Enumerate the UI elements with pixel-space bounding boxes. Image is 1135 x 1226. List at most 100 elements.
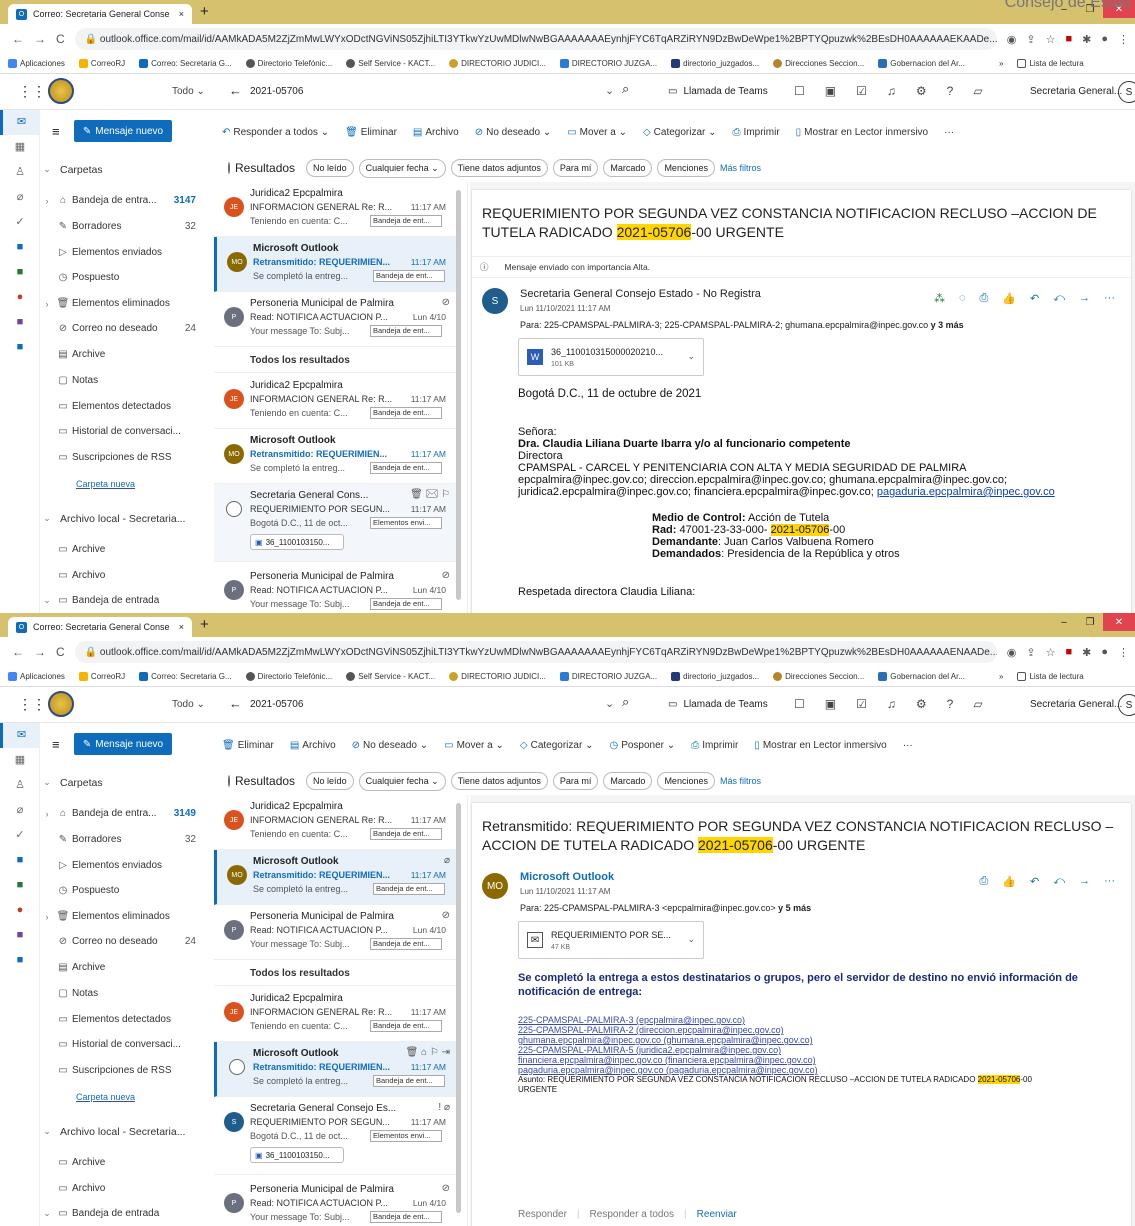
more-filters-link[interactable]: Más filtros [720,776,761,786]
attachment-chip[interactable]: ▣ 36_1100103150... [250,1147,344,1163]
printer-icon[interactable]: ⎙ [980,292,989,305]
immersive-reader-button[interactable]: ▯ Mostrar en Lector inmersivo [796,127,928,138]
bookmark-selfservice[interactable]: Self Service - KACT... [346,672,435,681]
chevron-down-icon[interactable]: ⌄ [687,351,695,362]
search-back-icon[interactable]: ← [229,83,242,98]
bookmark-directorio[interactable]: Directorio Telefónic... [245,59,332,68]
bookmark-dir-judicial[interactable]: DIRECTORIO JUDICI... [449,672,546,681]
list-item[interactable]: MO Microsoft Outlook Retransmitido: REQU… [214,237,458,292]
menu-icon[interactable]: ⋮ [1118,646,1129,659]
loop-icon[interactable]: ◌ [959,292,966,305]
attachment-card[interactable]: ✉ REQUERIMIENTO POR SE... 47 KB ⌄ [518,921,704,959]
move-button[interactable]: ▭ Mover a ⌄ [567,127,627,138]
categorize-button[interactable]: ◇ Categorizar ⌄ [643,127,717,138]
more-button[interactable]: ··· [944,127,954,138]
restore-icon[interactable]: ❐ [1077,613,1103,631]
todo-icon[interactable]: ☑ [856,697,867,711]
list-item[interactable]: P Personeria Municipal de Palmira ⊘ Read:… [214,1178,458,1226]
bookmark-direcciones[interactable]: Direcciones Seccion... [773,59,864,68]
filter-flagged[interactable]: Marcado [603,159,653,177]
filter-flagged[interactable]: Marcado [603,772,653,790]
bookmark-correo[interactable]: Correo: Secretaria G... [139,59,232,68]
folders-header[interactable]: ⌄ Carpetas [40,770,214,795]
folder-junk[interactable]: ⊘ Correo no deseado 24 [40,929,214,954]
folders-header[interactable]: ⌄ Carpetas [40,157,214,182]
bookmark-juzgados[interactable]: directorio_juzgados... [671,59,759,68]
onenote-app-icon[interactable]: ■ [0,310,40,335]
more-icon[interactable]: ··· [1104,875,1115,888]
attachment-card[interactable]: W 36_110010315000020210... 101 KB ⌄ [518,338,704,376]
filter-unread[interactable]: No leído [306,159,354,177]
folder-junk[interactable]: ⊘ Correo no deseado 24 [40,316,214,341]
filter-to-me[interactable]: Para mí [552,772,599,790]
help-icon[interactable]: ? [947,84,954,98]
folder-history[interactable]: ▭ Historial de conversaci... [40,1032,214,1057]
recipient-link[interactable]: 225-CPAMSPAL-PALMIRA-5 (juridica2.epcpal… [518,1045,1118,1055]
hamburger-icon[interactable]: ≡ [52,124,60,139]
gear-icon[interactable]: ⚙ [916,697,927,711]
help-icon[interactable]: ? [947,697,954,711]
reading-list[interactable]: Lista de lectura [1017,59,1084,68]
chat-icon[interactable]: ☐ [794,697,805,711]
print-button[interactable]: ⎙ Imprimir [691,740,738,751]
bookmark-directorio[interactable]: Directorio Telefónic... [245,672,332,681]
new-mail-button[interactable]: ✎ Mensaje nuevo [74,120,172,142]
search-icon[interactable]: ⌕ [622,81,629,97]
todo-app-icon[interactable]: ✓ [0,210,40,235]
powerpoint-icon[interactable]: ● [0,898,40,923]
hamburger-icon[interactable]: ≡ [52,737,60,752]
folder-local-archive[interactable]: ▭ Archive [40,1150,214,1175]
like-icon[interactable]: 👍 [1002,875,1016,888]
search-back-icon[interactable]: ← [229,696,242,711]
folder-archive[interactable]: ▤ Archive [40,342,214,367]
select-all-checkbox[interactable] [228,162,230,174]
folder-detected[interactable]: ▭ Elementos detectados [40,1007,214,1032]
folder-sent[interactable]: ▷ Elementos enviados [40,240,214,265]
more-filters-link[interactable]: Más filtros [720,163,761,173]
select-circle[interactable] [229,1059,245,1075]
excel-icon[interactable]: ■ [0,873,40,898]
attach-icon[interactable]: ⌀ [0,798,40,823]
profile-icon[interactable]: ● [1101,33,1108,46]
share-icon[interactable]: ⇪ [1026,33,1035,46]
select-circle[interactable] [226,501,242,517]
url-field[interactable]: 🔒 outlook.office.com/mail/id/AAMkADA5M2Z… [74,641,997,663]
bookmark-dir-juzgados[interactable]: DIRECTORIO JUZGA... [559,59,657,68]
search-options-icon[interactable]: ⌄ [605,697,614,710]
profile-icon[interactable]: ● [1101,646,1108,659]
onenote-app-icon[interactable]: ■ [0,923,40,948]
filter-attachments[interactable]: Tiene datos adjuntos [450,159,548,177]
recipient-link[interactable]: 225-CPAMSPAL-PALMIRA-3 (epcpalmira@inpec… [518,1015,1118,1025]
puzzle-icon[interactable]: ✱ [1082,33,1091,46]
new-mail-button[interactable]: ✎ Mensaje nuevo [74,733,172,755]
filter-date[interactable]: Cualquier fecha ⌄ [358,158,446,178]
new-folder-link[interactable]: Carpeta nueva [40,1084,214,1109]
list-item[interactable]: JE Juridica2 Epcpalmira INFORMACION GENE… [214,182,458,237]
folder-deleted[interactable]: › 🗑 Elementos eliminados [40,291,214,316]
folder-history[interactable]: ▭ Historial de conversaci... [40,419,214,444]
move-button[interactable]: ▭ Mover a ⌄ [444,740,504,751]
bookmark-dir-judicial[interactable]: DIRECTORIO JUDICI... [449,59,546,68]
tab-close-icon[interactable]: × [179,9,184,19]
filter-date[interactable]: Cualquier fecha ⌄ [358,771,446,791]
sender-name[interactable]: Secretaria General Consejo Estado - No R… [520,288,761,300]
bell-icon[interactable]: ♫ [887,84,896,98]
back-icon[interactable]: ← [12,645,24,659]
browser-tab[interactable]: O Correo: Secretaria General Conse × [8,4,192,24]
folder-local-inbox[interactable]: ⌄ ▭ Bandeja de entrada [40,588,214,613]
account-avatar[interactable]: S [1118,694,1135,716]
more-button[interactable]: ··· [903,740,913,751]
list-item[interactable]: P Personeria Municipal de Palmira ⊘ Read:… [214,565,458,613]
more-icon[interactable]: ··· [1104,292,1115,305]
powerpoint-icon[interactable]: ● [0,285,40,310]
star-icon[interactable]: ☆ [1046,33,1056,46]
immersive-reader-button[interactable]: ▯ Mostrar en Lector inmersivo [754,740,886,751]
folder-detected[interactable]: ▭ Elementos detectados [40,394,214,419]
list-item[interactable]: Microsoft Outlook 🗑 ⌂ ⚐ ⇥ Retransmitido: … [214,1042,458,1097]
reload-icon[interactable]: C [56,645,65,659]
chat-icon[interactable]: ☐ [794,84,805,98]
mail-icon[interactable]: ✉ [0,723,40,748]
bookmark-correorj[interactable]: CorreoRJ [78,672,125,681]
reload-icon[interactable]: C [56,32,65,46]
reply-icon[interactable]: ↶ [1030,292,1039,305]
